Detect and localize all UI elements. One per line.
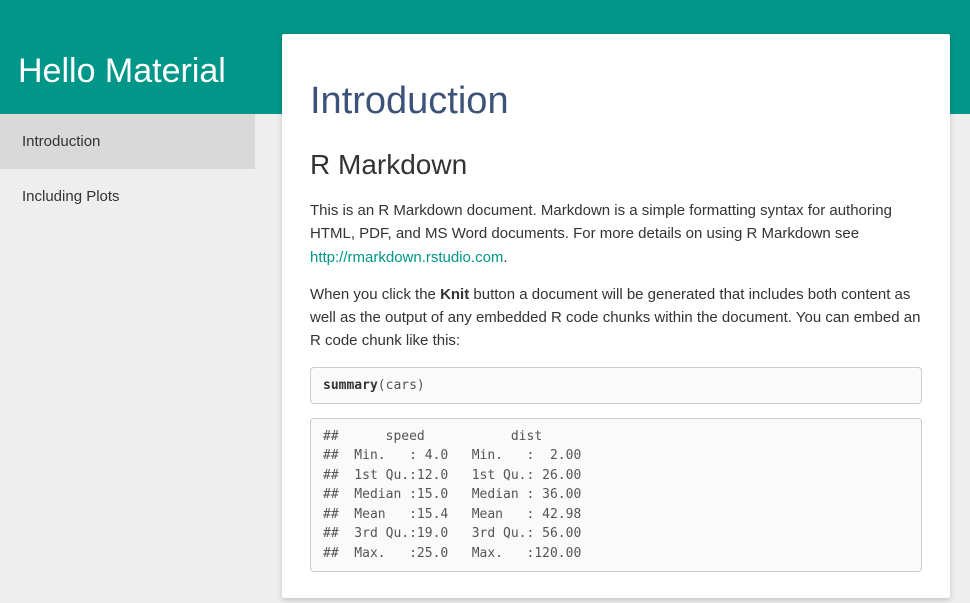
- code-output: ## speed dist ## Min. : 4.0 Min. : 2.00 …: [310, 418, 922, 573]
- text: When you click the: [310, 286, 440, 303]
- link-rmarkdown-site[interactable]: http://rmarkdown.rstudio.com: [310, 249, 503, 266]
- knit-bold: Knit: [440, 286, 469, 303]
- code-args: (cars): [378, 378, 425, 393]
- sidebar-item-introduction[interactable]: Introduction: [0, 114, 255, 169]
- sidebar-item-label: Including Plots: [22, 188, 120, 205]
- paragraph-intro: This is an R Markdown document. Markdown…: [310, 199, 922, 269]
- content-card: Introduction R Markdown This is an R Mar…: [282, 34, 950, 598]
- code-function: summary: [323, 378, 378, 393]
- sidebar: Introduction Including Plots: [0, 114, 255, 224]
- sidebar-item-label: Introduction: [22, 133, 100, 150]
- text: This is an R Markdown document. Markdown…: [310, 202, 892, 242]
- app-title: Hello Material: [18, 52, 226, 91]
- code-chunk: summary(cars): [310, 367, 922, 404]
- section-title: R Markdown: [310, 149, 922, 181]
- text: .: [503, 249, 507, 266]
- page-title: Introduction: [310, 80, 922, 123]
- paragraph-knit: When you click the Knit button a documen…: [310, 283, 922, 353]
- sidebar-item-including-plots[interactable]: Including Plots: [0, 169, 255, 224]
